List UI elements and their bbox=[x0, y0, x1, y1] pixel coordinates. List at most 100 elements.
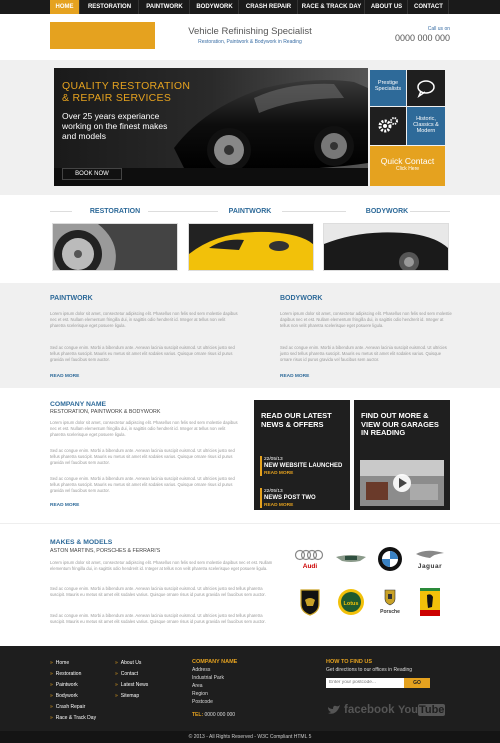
go-button[interactable]: GO bbox=[404, 678, 430, 688]
twitter-icon[interactable] bbox=[326, 702, 342, 718]
video-title: FIND OUT MORE & VIEW OUR GARAGES IN READ… bbox=[361, 411, 439, 437]
news-read-more[interactable]: READ MORE bbox=[264, 471, 293, 476]
logo[interactable] bbox=[50, 22, 155, 49]
youtube-icon[interactable]: YouTube bbox=[398, 704, 446, 716]
makes-para-3: Sed ac congue enim. Morbi a bibendum ant… bbox=[50, 613, 266, 624]
footer-link-contact[interactable]: Contact bbox=[115, 671, 138, 677]
company-para-1: Lorem ipsum dolor sit amet, consectetur … bbox=[50, 420, 238, 437]
gears-tile[interactable] bbox=[370, 107, 406, 145]
paintwork-para-1: Lorem ipsum dolor sit amet, consectetur … bbox=[50, 311, 238, 328]
address-line: Postcode bbox=[192, 699, 213, 705]
audi-logo[interactable]: Audi bbox=[292, 541, 328, 577]
svg-text:Audi: Audi bbox=[303, 563, 318, 570]
address-line: Address bbox=[192, 667, 211, 673]
porsche-logo[interactable]: Porsche bbox=[372, 584, 408, 620]
click-here-label: Click Here bbox=[395, 166, 420, 172]
book-now-button[interactable]: BOOK NOW bbox=[62, 168, 122, 180]
hero-title: QUALITY RESTORATION & REPAIR SERVICES bbox=[62, 80, 222, 104]
address-line: Area bbox=[192, 683, 203, 689]
address-line: Industrial Park bbox=[192, 675, 224, 681]
nav-about-us[interactable]: ABOUT US bbox=[366, 0, 408, 14]
makes-subheading: ASTON MARTINS, PORSCHES & FERRARI'S bbox=[50, 548, 161, 554]
svg-text:Jaguar: Jaguar bbox=[418, 563, 442, 570]
footer-telephone: TEL: 0000 000 000 bbox=[192, 712, 235, 718]
top-navigation: HOME RESTORATION PAINTWORK BODYWORK CRAS… bbox=[0, 0, 500, 14]
ferrari-logo[interactable] bbox=[412, 584, 448, 620]
nav-restoration[interactable]: RESTORATION bbox=[81, 0, 139, 14]
news-headline[interactable]: NEWS POST TWO bbox=[264, 495, 316, 501]
copyright-text: © 2013 - All Rights Reserved - bbox=[188, 734, 256, 740]
nav-crash-repair[interactable]: CRASH REPAIR bbox=[240, 0, 298, 14]
footer-link-sitemap[interactable]: Sitemap bbox=[115, 693, 139, 699]
service-title-restoration[interactable]: RESTORATION bbox=[50, 208, 180, 215]
paintwork-heading: PAINTWORK bbox=[50, 295, 93, 302]
nav-paintwork[interactable]: PAINTWORK bbox=[140, 0, 190, 14]
company-para-2: Sed ac congue enim. Morbi a bibendum ant… bbox=[50, 448, 235, 465]
svg-text:Porsche: Porsche bbox=[380, 609, 400, 615]
hero-banner: QUALITY RESTORATION & REPAIR SERVICES Ov… bbox=[54, 68, 368, 186]
bodywork-para-2: Sed ac congue enim. Morbi a bibendum ant… bbox=[280, 345, 447, 362]
garage-video-thumbnail[interactable] bbox=[360, 460, 444, 506]
makes-heading: MAKES & MODELS bbox=[50, 539, 113, 546]
tel-label: TEL: bbox=[192, 712, 204, 718]
site-subtitle: Restoration, Paintwork & Bodywork in Rea… bbox=[198, 39, 302, 45]
paintwork-image[interactable] bbox=[188, 223, 314, 271]
service-title-bodywork[interactable]: BODYWORK bbox=[322, 208, 452, 215]
footer-link-paintwork[interactable]: Paintwork bbox=[50, 682, 78, 688]
news-title: READ OUR LATEST NEWS & OFFERS bbox=[261, 411, 332, 429]
find-us-text: Get directions to our offices in Reading bbox=[326, 667, 413, 673]
nav-contact[interactable]: CONTACT bbox=[409, 0, 449, 14]
company-section: COMPANY NAME RESTORATION, PAINTWORK & BO… bbox=[0, 388, 500, 523]
company-read-more[interactable]: READ MORE bbox=[50, 503, 79, 508]
service-title-paintwork[interactable]: PAINTWORK bbox=[185, 208, 315, 215]
lotus-logo[interactable]: Lotus bbox=[333, 584, 369, 620]
quick-contact-label: Quick Contact bbox=[380, 156, 435, 166]
bodywork-image[interactable] bbox=[323, 223, 449, 271]
hero-section: QUALITY RESTORATION & REPAIR SERVICES Ov… bbox=[0, 60, 500, 195]
svg-text:Lotus: Lotus bbox=[344, 601, 359, 607]
news-box: READ OUR LATEST NEWS & OFFERS 22/05/13 N… bbox=[254, 400, 350, 510]
company-subheading: RESTORATION, PAINTWORK & BODYWORK bbox=[50, 409, 161, 415]
site-title: Vehicle Refinishing Specialist bbox=[188, 26, 312, 37]
hero-title-line2: & REPAIR SERVICES bbox=[62, 92, 172, 104]
w3c-text[interactable]: W3C Compliant HTML 5 bbox=[257, 734, 311, 740]
info-section: PAINTWORK Lorem ipsum dolor sit amet, co… bbox=[0, 283, 500, 388]
bodywork-read-more[interactable]: READ MORE bbox=[280, 374, 309, 379]
paintwork-read-more[interactable]: READ MORE bbox=[50, 374, 79, 379]
footer-company-title: COMPANY NAME bbox=[192, 659, 238, 665]
address-line: Region bbox=[192, 691, 208, 697]
facebook-icon[interactable]: facebook bbox=[344, 704, 395, 716]
jaguar-logo[interactable]: Jaguar bbox=[412, 541, 448, 577]
footer-link-home[interactable]: Home bbox=[50, 660, 69, 666]
nav-bodywork[interactable]: BODYWORK bbox=[191, 0, 239, 14]
historic-label: Historic, Classics & Modern bbox=[413, 116, 439, 134]
footer-link-restoration[interactable]: Restoration bbox=[50, 671, 82, 677]
historic-tile[interactable]: Historic, Classics & Modern bbox=[407, 107, 445, 145]
quick-contact-tile[interactable]: Quick Contact Click Here bbox=[370, 146, 445, 186]
footer-link-latest-news[interactable]: Latest News bbox=[115, 682, 149, 688]
company-heading: COMPANY NAME bbox=[50, 401, 107, 408]
lamborghini-logo[interactable] bbox=[292, 584, 328, 620]
footer-link-bodywork[interactable]: Bodywork bbox=[50, 693, 78, 699]
nav-home[interactable]: HOME bbox=[50, 0, 80, 14]
footer-link-about-us[interactable]: About Us bbox=[115, 660, 142, 666]
postcode-input[interactable] bbox=[326, 678, 404, 688]
makes-section: MAKES & MODELS ASTON MARTINS, PORSCHES &… bbox=[0, 523, 500, 638]
news-headline[interactable]: NEW WEBSITE LAUNCHED bbox=[264, 463, 342, 469]
company-para-3: Sed ac congue enim. Morbi a bibendum ant… bbox=[50, 476, 235, 493]
chat-tile[interactable] bbox=[407, 70, 445, 106]
restoration-image[interactable] bbox=[52, 223, 178, 271]
tel-number[interactable]: 0000 000 000 bbox=[205, 712, 236, 718]
news-read-more[interactable]: READ MORE bbox=[264, 503, 293, 508]
bmw-logo[interactable] bbox=[372, 541, 408, 577]
aston-martin-logo[interactable] bbox=[333, 541, 369, 577]
bodywork-heading: BODYWORK bbox=[280, 295, 323, 302]
phone-number[interactable]: 0000 000 000 bbox=[370, 33, 450, 43]
footer-link-crash-repair[interactable]: Crash Repair bbox=[50, 704, 85, 710]
nav-race-track-day[interactable]: RACE & TRACK DAY bbox=[299, 0, 365, 14]
news-date: 22/05/13 bbox=[264, 489, 283, 494]
footer-link-race-track-day[interactable]: Race & Track Day bbox=[50, 715, 96, 721]
news-bar bbox=[260, 488, 262, 508]
hero-text: Over 25 years experiance working on the … bbox=[62, 111, 168, 141]
prestige-tile[interactable]: Prestige Specialists bbox=[370, 70, 406, 106]
